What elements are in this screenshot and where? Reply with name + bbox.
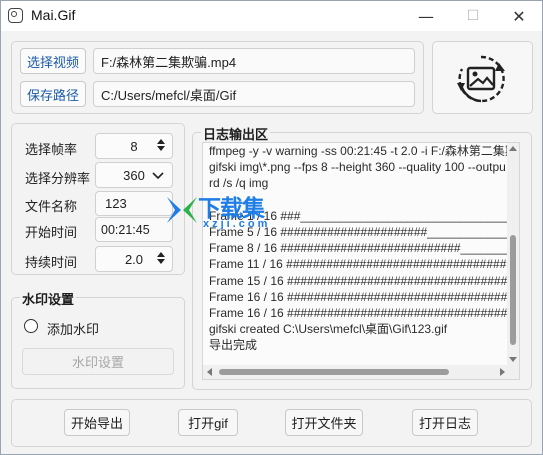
scroll-up-icon[interactable] — [509, 146, 517, 151]
log-line: 导出完成 — [209, 338, 258, 353]
select-video-button[interactable]: 选择视频 — [20, 48, 86, 74]
duration-spinbox[interactable]: 2.0 — [95, 246, 173, 272]
frame-rate-value: 8 — [130, 138, 138, 154]
resolution-dropdown[interactable]: 360 — [95, 162, 173, 188]
log-line: Frame 11 / 16 ##########################… — [209, 257, 507, 272]
log-title: 日志输出区 — [201, 124, 271, 143]
open-gif-button[interactable]: 打开gif — [178, 409, 238, 436]
watermark-group-title: 水印设置 — [20, 289, 77, 308]
chevron-down-icon — [152, 172, 164, 180]
site-watermark: 下载集 xzji.com — [165, 191, 267, 236]
save-path-button[interactable]: 保存路径 — [20, 81, 86, 107]
open-log-button[interactable]: 打开日志 — [412, 409, 478, 436]
duration-value: 2.0 — [124, 251, 144, 267]
window-title: Mai.Gif — [31, 7, 76, 23]
title-bar: Mai.Gif — ☐ ✕ — [1, 1, 542, 31]
resolution-label: 选择分辨率 — [25, 171, 91, 186]
log-line: Frame 16 / 16 ##########################… — [209, 305, 508, 320]
spin-arrows-icon[interactable] — [156, 250, 166, 270]
start-export-button[interactable]: 开始导出 — [64, 409, 130, 436]
image-refresh-icon — [457, 55, 505, 103]
preview-panel[interactable] — [432, 41, 533, 114]
log-line: Frame 16 / 16 ##########################… — [209, 289, 508, 304]
open-folder-button[interactable]: 打开文件夹 — [285, 409, 363, 436]
horizontal-scroll-thumb[interactable] — [219, 369, 449, 375]
site-logo-icon — [167, 197, 197, 223]
maximize-button[interactable]: ☐ — [450, 1, 496, 31]
minimize-button[interactable]: — — [403, 1, 449, 31]
filename-field[interactable]: 123 — [95, 191, 173, 216]
spin-arrows-icon[interactable] — [156, 137, 166, 157]
frame-rate-label: 选择帧率 — [25, 142, 78, 157]
frame-rate-spinbox[interactable]: 8 — [95, 133, 173, 159]
watermark-panel — [11, 297, 185, 389]
resolution-value: 360 — [123, 167, 145, 183]
log-line: Frame 15 / 16 ##########################… — [209, 273, 508, 288]
app-window: Mai.Gif — ☐ ✕ 选择视频 F:/森林第二集欺骗.mp4 保存路径 C… — [0, 0, 543, 455]
log-lines: ffmpeg -y -v warning -ss 00:21:45 -t 2.0… — [209, 143, 509, 353]
video-path-field[interactable]: F:/森林第二集欺骗.mp4 — [93, 48, 415, 74]
vertical-scroll-thumb[interactable] — [510, 235, 516, 345]
scroll-down-icon[interactable] — [509, 357, 517, 362]
save-path-field[interactable]: C:/Users/mefcl/桌面/Gif — [93, 81, 415, 107]
close-button[interactable]: ✕ — [496, 1, 542, 31]
log-output[interactable]: ffmpeg -y -v warning -ss 00:21:45 -t 2.0… — [202, 142, 520, 380]
add-watermark-radio[interactable] — [24, 319, 38, 333]
horizontal-scrollbar[interactable] — [203, 365, 519, 379]
app-logo-icon — [8, 8, 23, 23]
start-time-field[interactable]: 00:21:45 — [95, 217, 173, 242]
vertical-scrollbar[interactable] — [507, 143, 519, 365]
log-line: gifski img\*.png --fps 8 --height 360 --… — [209, 160, 506, 175]
duration-label: 持续时间 — [25, 255, 78, 270]
scroll-right-icon[interactable] — [500, 368, 505, 376]
watermark-settings-button[interactable]: 水印设置 — [22, 348, 174, 375]
start-time-label: 开始时间 — [25, 225, 78, 240]
filename-label: 文件名称 — [25, 199, 78, 214]
scroll-left-icon[interactable] — [207, 368, 212, 376]
log-line: gifski created C:\Users\mefcl\桌面\Gif\123… — [209, 322, 448, 337]
site-domain: xzji.com — [203, 218, 271, 230]
log-line: Frame 8 / 16 ###########################… — [209, 241, 509, 256]
add-watermark-label[interactable]: 添加水印 — [47, 319, 99, 338]
log-line: ffmpeg -y -v warning -ss 00:21:45 -t 2.0… — [209, 144, 509, 158]
